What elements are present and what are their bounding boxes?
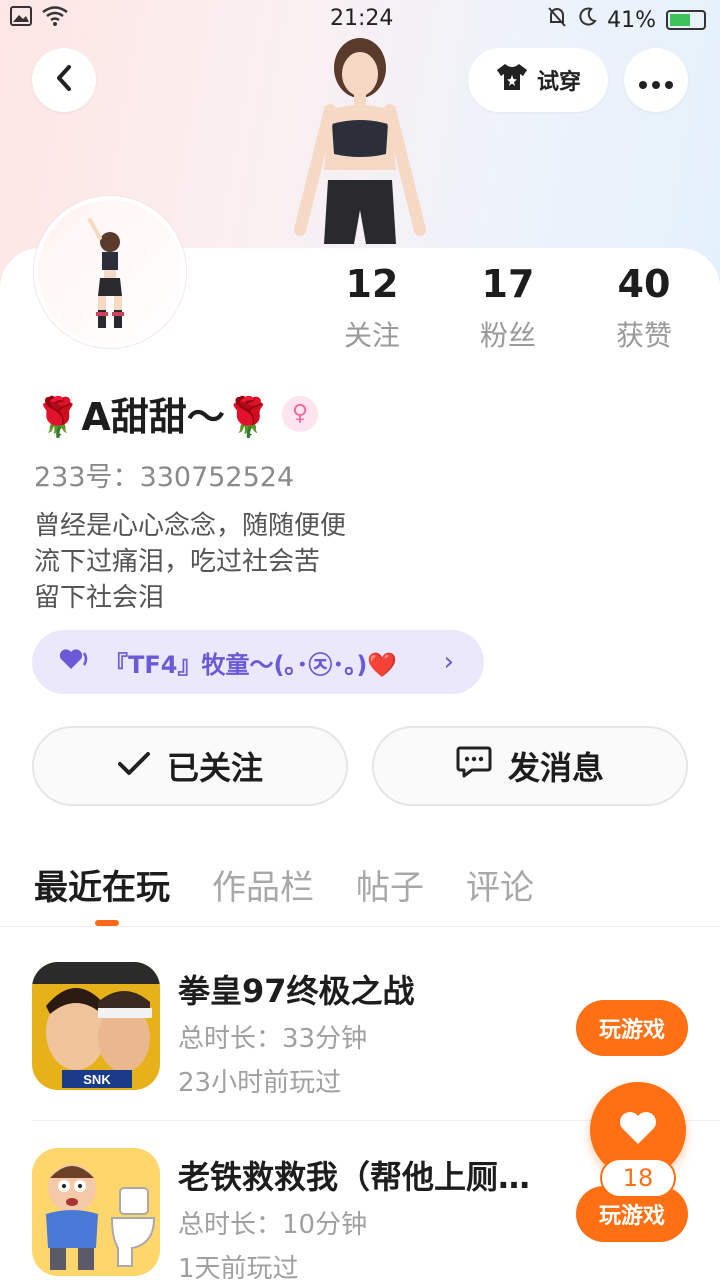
moon-icon	[577, 7, 597, 33]
battery-icon	[666, 10, 706, 30]
game-title: 老铁救救我（帮他上厕所）	[178, 1158, 558, 1196]
game-duration: 总时长：33分钟	[178, 1024, 368, 1054]
wifi-icon	[42, 6, 68, 32]
bio-line: 流下过痛泪，吃过社会苦	[34, 547, 321, 577]
stat-following-value: 12	[345, 262, 399, 306]
chevron-left-icon	[54, 64, 74, 96]
game-last-played: 23小时前玩过	[178, 1068, 342, 1098]
female-gender-icon: ♀	[282, 395, 319, 432]
stat-following[interactable]: 12 关注	[312, 262, 432, 354]
check-icon	[117, 747, 151, 785]
bio-line: 曾经是心心念念，随随便便	[34, 511, 347, 541]
stat-fans-label: 粉丝	[479, 319, 536, 352]
stat-likes-value: 40	[617, 262, 671, 306]
chat-bubble-icon	[456, 745, 492, 787]
try-on-button[interactable]: 试穿	[468, 48, 608, 112]
profile-tabs: 最近在玩 作品栏 帖子 评论	[34, 860, 534, 909]
stat-likes[interactable]: 40 获赞	[584, 262, 704, 354]
tab-comments[interactable]: 评论	[466, 860, 534, 909]
play-game-button[interactable]: 玩游戏	[576, 1000, 688, 1056]
tab-posts[interactable]: 帖子	[356, 860, 424, 909]
stat-likes-label: 获赞	[615, 319, 672, 352]
battery-percent: 41%	[607, 7, 656, 33]
heart-wave-icon	[58, 647, 92, 677]
status-time: 21:24	[330, 6, 394, 31]
chevron-right-icon: ›	[443, 647, 454, 677]
guild-badge[interactable]: 『TF4』牧童～(｡･㉨･｡)❤️ ›	[32, 630, 484, 694]
stat-fans-value: 17	[481, 262, 535, 306]
stat-following-label: 关注	[343, 319, 400, 352]
back-button[interactable]	[32, 48, 96, 112]
tabs-divider	[0, 926, 720, 927]
profile-name-row: 🌹A甜甜～🌹 ♀	[34, 386, 319, 441]
tab-recently-played[interactable]: 最近在玩	[34, 860, 170, 909]
more-options-button[interactable]	[624, 48, 688, 112]
like-count-badge: 18	[600, 1158, 676, 1198]
stat-fans[interactable]: 17 粉丝	[448, 262, 568, 354]
avatar-3d-figure	[280, 30, 440, 250]
profile-bio: 曾经是心心念念，随随便便 流下过痛泪，吃过社会苦 留下社会泪	[34, 508, 346, 616]
guild-name: 『TF4』牧童～(｡･㉨･｡)❤️	[104, 650, 398, 679]
heart-icon	[618, 1110, 658, 1150]
mute-bell-icon	[547, 6, 567, 34]
more-dots-icon	[638, 64, 674, 97]
profile-name: 🌹A甜甜～🌹	[34, 395, 273, 439]
avatar[interactable]	[34, 196, 186, 348]
game-duration: 总时长：10分钟	[178, 1210, 368, 1240]
game-icon-toilet	[32, 1148, 160, 1276]
bio-line: 留下社会泪	[34, 583, 165, 613]
try-on-label: 试穿	[536, 70, 581, 95]
game-last-played: 1天前玩过	[178, 1254, 299, 1280]
image-icon	[10, 6, 32, 32]
profile-uid[interactable]: 233号：330752524	[34, 455, 294, 494]
following-button[interactable]: 已关注	[32, 726, 348, 806]
tab-works[interactable]: 作品栏	[212, 860, 314, 909]
send-message-button[interactable]: 发消息	[372, 726, 688, 806]
following-label: 已关注	[166, 749, 263, 787]
send-message-label: 发消息	[507, 749, 604, 787]
svg-text:SNK: SNK	[83, 1072, 111, 1087]
tshirt-icon	[495, 62, 529, 98]
game-icon-kof97: SNK	[32, 962, 160, 1090]
game-title: 拳皇97终极之战	[178, 972, 415, 1010]
